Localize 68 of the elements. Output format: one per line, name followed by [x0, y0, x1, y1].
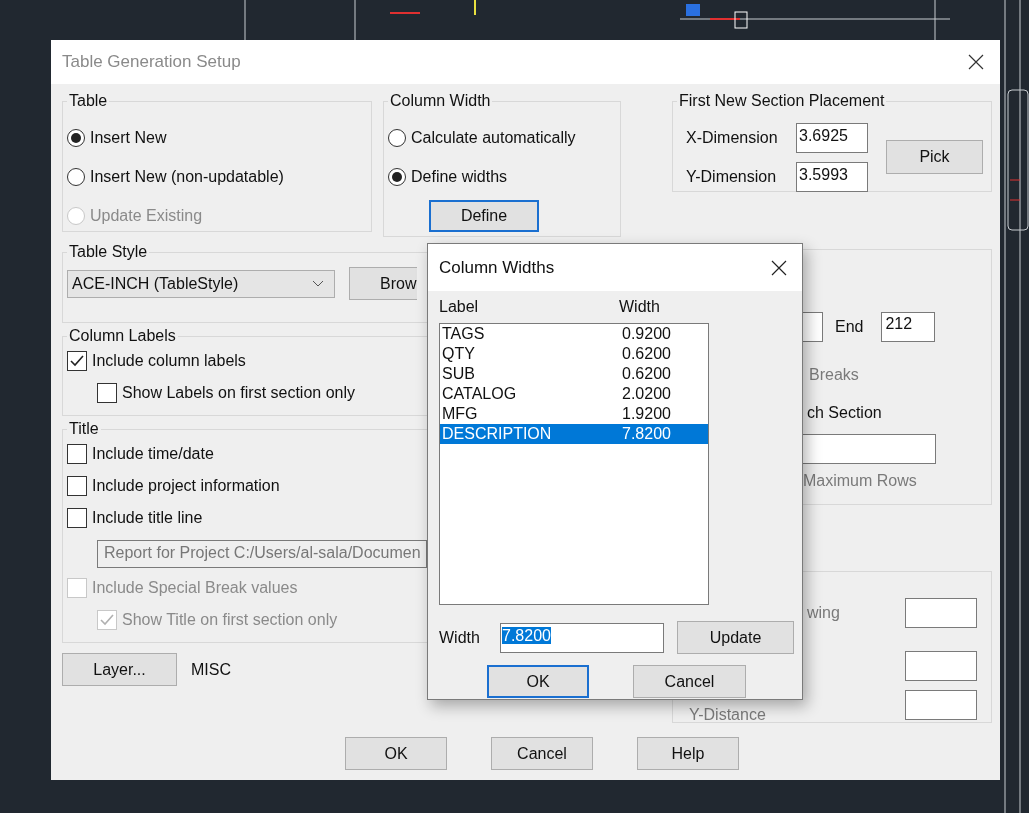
field-label: X-Dimension [685, 128, 779, 147]
option-label: Breaks [809, 366, 860, 384]
close-icon[interactable] [771, 259, 787, 276]
checkbox-label: Show Title on first section only [122, 611, 338, 629]
radio-button[interactable] [388, 128, 406, 147]
option-label: Calculate automatically [411, 128, 576, 147]
group-title: Table [68, 92, 109, 110]
list-row[interactable]: SUB 0.6200 [440, 364, 708, 384]
option-label: Define widths [411, 167, 508, 186]
input-field[interactable]: 212 [881, 312, 936, 342]
checkbox-label: Include Special Break values [92, 579, 298, 597]
option-label: ch Section [807, 404, 883, 422]
group-title: Table Style [68, 243, 149, 261]
field-label: Y-Distance [689, 706, 766, 724]
checkbox[interactable] [67, 508, 87, 528]
field-label: Width [439, 628, 481, 647]
close-icon[interactable] [968, 54, 984, 70]
input-field[interactable]: 3.5993 [796, 161, 868, 192]
browse-button[interactable]: Brow [349, 267, 417, 300]
layer-button[interactable]: Layer... [62, 653, 177, 686]
style-dropdown[interactable]: ACE-INCH (TableStyle) [67, 269, 335, 298]
field-label: Maximum Rows [803, 472, 918, 490]
field-label: Y-Dimension [685, 167, 778, 186]
checkbox[interactable] [67, 444, 87, 464]
checkbox-label: Include title line [92, 509, 203, 527]
option-label: Insert New (non-updatable) [90, 167, 284, 186]
input-field[interactable] [905, 651, 977, 681]
radio-button[interactable] [67, 167, 85, 186]
option-label: Update Existing [90, 206, 203, 225]
list-row[interactable]: DESCRIPTION 7.8200 [440, 424, 708, 444]
input-field[interactable] [905, 598, 977, 628]
group-title: First New Section Placement [678, 92, 886, 110]
checkbox[interactable] [97, 383, 117, 403]
dialog-title: Column Widths [439, 257, 555, 278]
option-label: Insert New [90, 128, 167, 147]
define-button[interactable]: Define [429, 200, 539, 232]
list-row[interactable]: CATALOG 2.0200 [440, 384, 708, 404]
group-title: Column Labels [68, 327, 177, 345]
input-field[interactable]: 3.6925 [796, 122, 868, 153]
ok-button[interactable]: OK [487, 665, 589, 698]
caret-icon [312, 279, 324, 288]
checkbox-label: Show Labels on first section only [122, 384, 355, 402]
dialog-button[interactable]: OK [345, 737, 447, 770]
checkbox-label: Include time/date [92, 445, 214, 463]
group-title: Title [68, 420, 100, 438]
field-label: wing [807, 604, 840, 622]
layer-name: MISC [191, 660, 231, 679]
list-row[interactable]: QTY 0.6200 [440, 344, 708, 364]
width-field[interactable]: 7.8200 [500, 622, 664, 653]
list-row[interactable]: MFG 1.9200 [440, 404, 708, 424]
cancel-button[interactable]: Cancel [633, 665, 746, 698]
checkbox-label: Include column labels [92, 352, 246, 370]
group-title: Column Width [389, 92, 492, 110]
update-button[interactable]: Update [677, 621, 794, 654]
radio-button[interactable] [388, 167, 406, 186]
column-header: Width [619, 298, 661, 316]
checkbox[interactable] [67, 476, 87, 496]
pick-button[interactable]: Pick [886, 140, 983, 174]
dialog-title: Table Generation Setup [62, 52, 241, 72]
checkbox-label: Include project information [92, 477, 280, 495]
radio-button[interactable] [67, 128, 85, 147]
dialog-button[interactable]: Cancel [491, 737, 593, 770]
checkbox[interactable] [67, 351, 87, 371]
field-label: End [835, 318, 864, 336]
dialog-button[interactable]: Help [637, 737, 739, 770]
input-field[interactable] [905, 690, 977, 720]
column-header: Label [439, 298, 480, 316]
list-row[interactable]: TAGS 0.9200 [440, 324, 708, 344]
